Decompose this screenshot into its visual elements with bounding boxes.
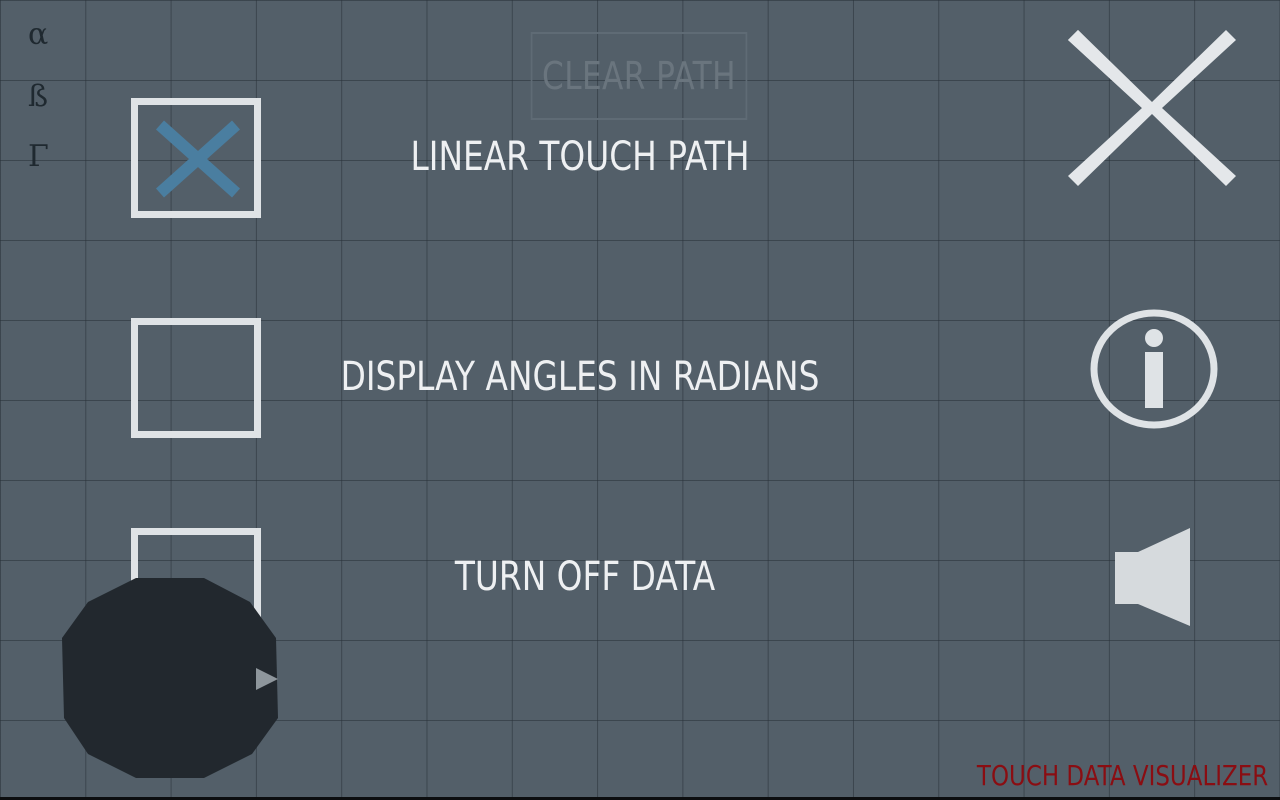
info-icon[interactable] <box>1088 308 1220 430</box>
alpha-symbol: α <box>28 17 49 52</box>
radians-checkbox[interactable] <box>131 318 261 438</box>
gamma-symbol: Γ <box>28 139 49 174</box>
linear-touch-path-label: LINEAR TOUCH PATH <box>410 134 750 180</box>
speaker-icon[interactable] <box>1112 526 1194 630</box>
close-icon[interactable] <box>1066 28 1238 188</box>
turn-off-data-label: TURN OFF DATA <box>454 554 716 600</box>
radians-label: DISPLAY ANGLES IN RADIANS <box>340 354 820 400</box>
checkmark-x-icon <box>155 120 241 198</box>
joystick-pad[interactable] <box>62 578 278 778</box>
clear-path-button[interactable]: CLEAR PATH <box>530 32 748 120</box>
beta-symbol: ß <box>28 79 49 114</box>
linear-touch-path-checkbox[interactable] <box>131 98 261 218</box>
app-title: TOUCH DATA VISUALIZER <box>976 759 1268 792</box>
